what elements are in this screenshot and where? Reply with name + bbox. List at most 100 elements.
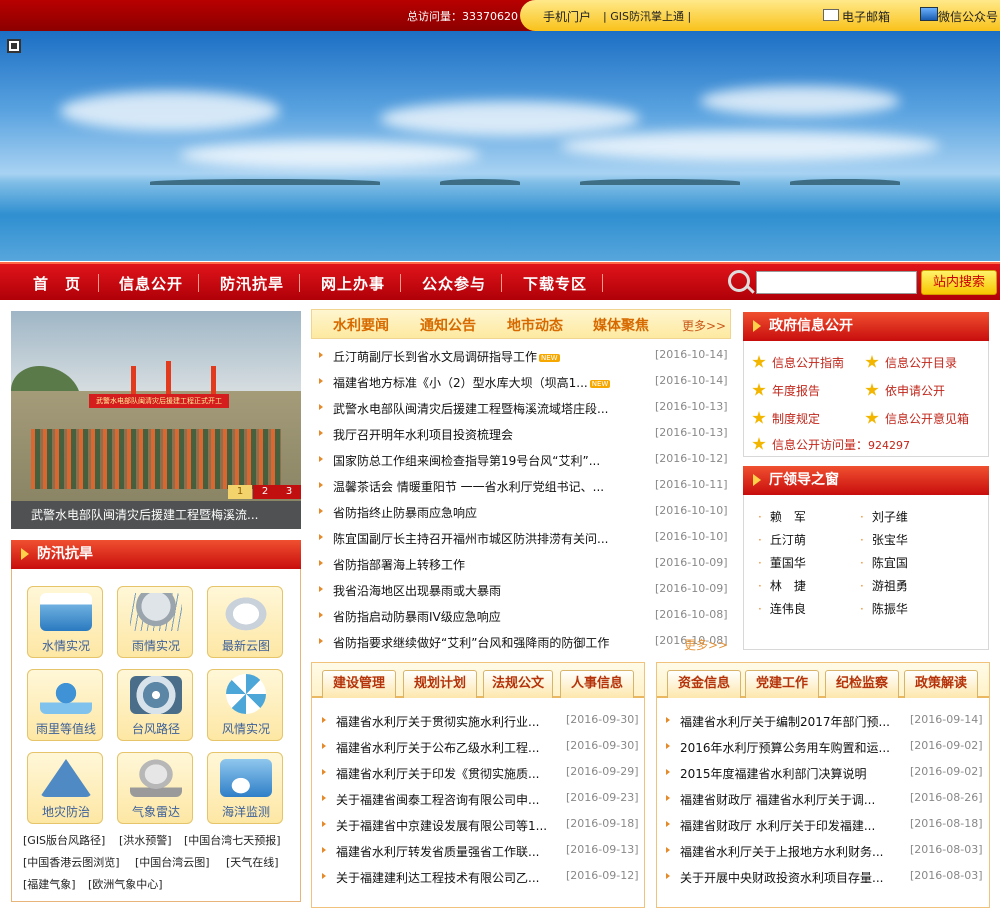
list-item[interactable]: 温馨茶话会 情暖重阳节 一一省水利厅党组书记、... [2016-10-11]: [319, 476, 728, 496]
link-flood-warning[interactable]: [洪水预警]: [119, 832, 172, 848]
wind-status-tile[interactable]: 风情实况: [207, 669, 283, 741]
search-icon: [728, 270, 750, 292]
star-icon: [752, 383, 766, 396]
list-item[interactable]: 福建省水利厅关于编制2017年部门预... [2016-09-14]: [666, 711, 984, 731]
tab-planning[interactable]: 规划计划: [403, 670, 477, 698]
fullscreen-icon[interactable]: [7, 39, 21, 53]
list-item[interactable]: 我厅召开明年水利项目投资梳理会 [2016-10-13]: [319, 424, 728, 444]
tab-water-news[interactable]: 水利要闻: [333, 315, 389, 335]
rain-drop-icon: [40, 676, 92, 714]
leader-link[interactable]: 陈振华: [860, 600, 908, 617]
typhoon-path-tile[interactable]: 台风路径: [117, 669, 193, 741]
windmill-icon: [226, 674, 266, 714]
tab-construction-mgmt[interactable]: 建设管理: [322, 670, 396, 698]
list-item[interactable]: 我省沿海地区出现暴雨或大暴雨 [2016-10-09]: [319, 580, 728, 600]
tab-media-focus[interactable]: 媒体聚焦: [593, 315, 649, 335]
link-taiwan-forecast[interactable]: [中国台湾七天预报]: [184, 832, 281, 848]
list-item[interactable]: 省防指终止防暴雨应急响应 [2016-10-10]: [319, 502, 728, 522]
list-item[interactable]: 福建省地方标准《小（2）型水库大坝（坝高1... NEW [2016-10-14]: [319, 372, 728, 392]
list-item[interactable]: 福建省财政厅 水利厅关于印发福建... [2016-08-18]: [666, 815, 984, 835]
list-item[interactable]: 福建省水利厅转发省质量强省工作联... [2016-09-13]: [322, 841, 640, 861]
news-slideshow[interactable]: 武警水电部队闽清灾后援建工程正式开工 1 2 3 武警水电部队闽清灾后援建工程暨…: [11, 311, 301, 529]
slide-caption[interactable]: 武警水电部队闽清灾后援建工程暨梅溪流...: [11, 501, 301, 529]
info-catalog-link[interactable]: 信息公开目录: [865, 354, 957, 371]
list-item[interactable]: 省防指要求继续做好“艾利”台风和强降雨的防御工作 [2016-10-08]: [319, 632, 728, 652]
site-search-button[interactable]: 站内搜索: [921, 270, 997, 295]
leader-link[interactable]: 丘汀萌: [758, 531, 806, 548]
tab-personnel[interactable]: 人事信息: [560, 670, 634, 698]
list-item[interactable]: 丘汀萌副厅长到省水文局调研指导工作 NEW [2016-10-14]: [319, 346, 728, 366]
star-icon: [865, 411, 879, 424]
rain-cloud-icon: [130, 593, 182, 631]
news-more-link[interactable]: 更多>>: [682, 317, 726, 334]
list-item[interactable]: 福建省财政厅 福建省水利厅关于调... [2016-08-26]: [666, 789, 984, 809]
list-item[interactable]: 关于福建省中京建设发展有限公司等1... [2016-09-18]: [322, 815, 640, 835]
tab-regulations[interactable]: 法规公文: [483, 670, 553, 698]
list-item[interactable]: 关于开展中央财政投资水利项目存量... [2016-08-03]: [666, 867, 984, 887]
annual-report-link[interactable]: 年度报告: [752, 382, 820, 399]
leader-link[interactable]: 董国华: [758, 554, 806, 571]
tab-party-building[interactable]: 党建工作: [745, 670, 819, 698]
tab-city-news[interactable]: 地市动态: [507, 315, 563, 335]
list-item[interactable]: 关于福建建利达工程技术有限公司乙... [2016-09-12]: [322, 867, 640, 887]
slide-page-2[interactable]: 2: [253, 485, 277, 499]
list-item[interactable]: 福建省水利厅关于公布乙级水利工程... [2016-09-30]: [322, 737, 640, 757]
list-item[interactable]: 关于福建省闽泰工程咨询有限公司申... [2016-09-23]: [322, 789, 640, 809]
nav-flood-control[interactable]: 防汛抗旱: [220, 273, 284, 294]
leader-link[interactable]: 连伟良: [758, 600, 806, 617]
email-icon: [823, 9, 839, 21]
tab-notices[interactable]: 通知公告: [420, 315, 476, 335]
regulations-link[interactable]: 制度规定: [752, 410, 820, 427]
nav-online-services[interactable]: 网上办事: [321, 273, 385, 294]
list-item[interactable]: 2015年度福建省水利部门决算说明 [2016-09-02]: [666, 763, 984, 783]
link-taiwan-cloud[interactable]: [中国台湾云图]: [135, 854, 210, 870]
search-input[interactable]: [756, 271, 917, 294]
link-hk-cloud[interactable]: [中国香港云图浏览]: [23, 854, 120, 870]
nav-info-disclosure[interactable]: 信息公开: [119, 273, 183, 294]
cloud-map-tile[interactable]: 最新云图: [207, 586, 283, 658]
link-weather-online[interactable]: [天气在线]: [226, 854, 279, 870]
water-status-tile[interactable]: 水情实况: [27, 586, 103, 658]
info-guide-link[interactable]: 信息公开指南: [752, 354, 844, 371]
wechat-link[interactable]: 微信公众号: [938, 8, 998, 25]
feedback-box-link[interactable]: 信息公开意见箱: [865, 410, 969, 427]
nav-home[interactable]: 首 页: [33, 273, 81, 294]
water-gauge-icon: [40, 593, 92, 631]
tab-discipline[interactable]: 纪检监察: [825, 670, 899, 698]
list-item[interactable]: 2016年水利厅预算公务用车购置和运... [2016-09-02]: [666, 737, 984, 757]
leader-link[interactable]: 赖 军: [758, 508, 806, 525]
leader-link[interactable]: 陈宜国: [860, 554, 908, 571]
list-item[interactable]: 国家防总工作组来闽检查指导第19号台风“艾利”... [2016-10-12]: [319, 450, 728, 470]
news-more-bottom-link[interactable]: 更多>>: [684, 636, 728, 653]
ocean-monitoring-tile[interactable]: 海洋监测: [207, 752, 283, 824]
mobile-portal-link[interactable]: 手机门户: [543, 8, 591, 25]
leader-link[interactable]: 刘子维: [860, 508, 908, 525]
tab-funds-info[interactable]: 资金信息: [667, 670, 741, 698]
geo-disaster-tile[interactable]: 地灾防治: [27, 752, 103, 824]
rain-status-tile[interactable]: 雨情实况: [117, 586, 193, 658]
slide-page-1[interactable]: 1: [228, 485, 252, 499]
slide-page-3[interactable]: 3: [277, 485, 301, 499]
gis-link[interactable]: | GIS防汛掌上通 |: [603, 8, 691, 24]
list-item[interactable]: 省防指启动防暴雨IV级应急响应 [2016-10-08]: [319, 606, 728, 626]
leader-link[interactable]: 游祖勇: [860, 577, 908, 594]
weather-radar-tile[interactable]: 气象雷达: [117, 752, 193, 824]
tab-policy[interactable]: 政策解读: [904, 670, 978, 698]
list-item[interactable]: 福建省水利厅关于印发《贯彻实施质... [2016-09-29]: [322, 763, 640, 783]
list-item[interactable]: 武警水电部队闽清灾后援建工程暨梅溪流域塔庄段... [2016-10-13]: [319, 398, 728, 418]
link-fujian-weather[interactable]: [福建气象]: [23, 876, 76, 892]
leader-link[interactable]: 林 捷: [758, 577, 806, 594]
new-badge: NEW: [539, 353, 560, 362]
link-gis-typhoon[interactable]: [GIS版台风路径]: [23, 832, 105, 848]
list-item[interactable]: 省防指部署海上转移工作 [2016-10-09]: [319, 554, 728, 574]
list-item[interactable]: 福建省水利厅关于上报地方水利财务... [2016-08-03]: [666, 841, 984, 861]
link-europe-weather[interactable]: [欧洲气象中心]: [88, 876, 163, 892]
rainfall-contour-tile[interactable]: 雨里等值线: [27, 669, 103, 741]
nav-public-participation[interactable]: 公众参与: [422, 273, 486, 294]
nav-downloads[interactable]: 下载专区: [523, 273, 587, 294]
request-disclosure-link[interactable]: 依申请公开: [865, 382, 945, 399]
email-link[interactable]: 电子邮箱: [842, 8, 890, 25]
list-item[interactable]: 陈宜国副厅长主持召开福州市城区防洪排涝有关问... [2016-10-10]: [319, 528, 728, 548]
list-item[interactable]: 福建省水利厅关于贯彻实施水利行业... [2016-09-30]: [322, 711, 640, 731]
leader-link[interactable]: 张宝华: [860, 531, 908, 548]
